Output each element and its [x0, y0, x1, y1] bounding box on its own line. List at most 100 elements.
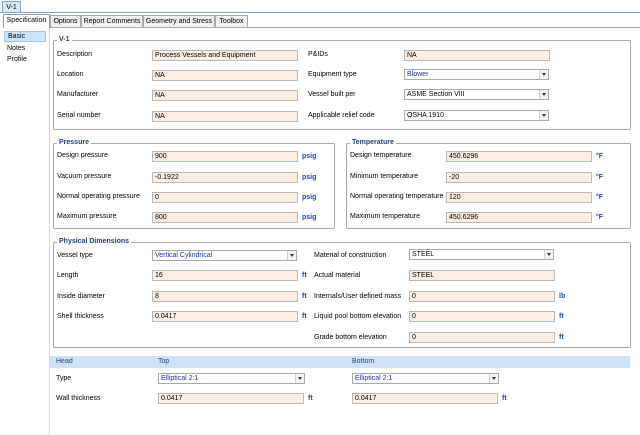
actual-material-field[interactable]: STEEL: [409, 270, 555, 281]
head-bottom-wall-thickness-unit: ft: [502, 395, 507, 402]
internals-mass-field[interactable]: 0: [409, 291, 555, 302]
equipment-type-label: Equipment type: [308, 71, 357, 78]
head-bottom-label: Bottom: [352, 358, 375, 365]
tab-specification[interactable]: Specification: [3, 14, 50, 28]
chevron-down-icon[interactable]: [287, 251, 296, 260]
normal-pressure-label: Normal operating pressure: [57, 193, 140, 200]
min-temperature-label: Minimum temperature: [350, 173, 419, 180]
vacuum-pressure-label: Vacuum pressure: [57, 173, 112, 180]
nav-item-notes[interactable]: Notes: [4, 43, 46, 54]
chevron-down-icon[interactable]: [539, 111, 548, 120]
relief-code-label: Applicable relief code: [308, 112, 375, 119]
chevron-down-icon[interactable]: [489, 374, 498, 383]
temperature-group-title: Temperature: [350, 139, 396, 147]
length-label: Length: [57, 272, 79, 279]
serial-number-label: Serial number: [57, 112, 101, 119]
location-label: Location: [57, 71, 84, 78]
pool-bottom-label: Liquid pool bottom elevation: [314, 313, 402, 320]
chevron-down-icon[interactable]: [539, 70, 548, 79]
head-top-label: Top: [158, 358, 170, 365]
max-temperature-field[interactable]: 450.6296: [446, 212, 592, 223]
head-top-type-select[interactable]: Elliptical 2:1: [158, 373, 305, 384]
vessel-type-label: Vessel type: [57, 252, 93, 259]
normal-temperature-field[interactable]: 120: [446, 192, 592, 203]
manufacturer-label: Manufacturer: [57, 91, 99, 98]
head-top-type-value: Elliptical 2:1: [161, 375, 199, 382]
normal-pressure-field[interactable]: 0: [152, 192, 298, 203]
vacuum-pressure-unit: psig: [302, 174, 317, 181]
chevron-down-icon[interactable]: [544, 250, 553, 259]
shell-thickness-label: Shell thickness: [57, 313, 104, 320]
vessel-built-per-select[interactable]: ASME Section VIII: [404, 89, 549, 100]
max-temperature-unit: °F: [596, 214, 604, 221]
head-bottom-type-select[interactable]: Elliptical 2:1: [352, 373, 499, 384]
head-bottom-wall-thickness-field[interactable]: 0.0417: [352, 393, 498, 404]
max-pressure-label: Maximum pressure: [57, 213, 117, 220]
max-pressure-unit: psig: [302, 214, 317, 221]
location-field[interactable]: NA: [152, 70, 298, 81]
grade-bottom-unit: ft: [559, 334, 564, 341]
description-label: Description: [57, 51, 93, 58]
material-select[interactable]: STEEL: [409, 249, 554, 260]
relief-code-select[interactable]: OSHA 1910: [404, 110, 549, 121]
nav-divider: [49, 28, 50, 435]
vessel-type-value: Vertical Cylindrical: [155, 252, 213, 259]
equipment-type-value: Blower: [407, 71, 429, 78]
description-field[interactable]: Process Vessels and Equipment: [152, 50, 298, 61]
nav-item-profile[interactable]: Profile: [4, 54, 46, 65]
vessel-type-select[interactable]: Vertical Cylindrical: [152, 250, 297, 261]
max-temperature-label: Maximum temperature: [350, 213, 421, 220]
basic-group-title: V-1: [57, 36, 72, 44]
pids-label: P&IDs: [308, 51, 328, 58]
shell-thickness-unit: ft: [302, 313, 307, 320]
normal-pressure-unit: psig: [302, 194, 317, 201]
design-pressure-label: Design pressure: [57, 152, 108, 159]
nav-item-basic[interactable]: Basic: [4, 31, 46, 42]
head-top-wall-thickness-field[interactable]: 0.0417: [158, 393, 304, 404]
normal-temperature-label: Normal operating temperature: [350, 193, 444, 200]
pool-bottom-unit: ft: [559, 313, 564, 320]
serial-number-field[interactable]: NA: [152, 111, 298, 122]
inside-diameter-unit: ft: [302, 293, 307, 300]
pressure-group-title: Pressure: [57, 139, 91, 147]
head-label: Head: [56, 358, 73, 365]
length-field[interactable]: 16: [152, 270, 298, 281]
relief-code-value: OSHA 1910: [407, 112, 444, 119]
inside-diameter-field[interactable]: 8: [152, 291, 298, 302]
material-value: STEEL: [412, 251, 435, 258]
length-unit: ft: [302, 272, 307, 279]
shell-thickness-field[interactable]: 0.0417: [152, 311, 298, 322]
actual-material-label: Actual material: [314, 272, 361, 279]
equipment-type-select[interactable]: Blower: [404, 69, 549, 80]
design-temperature-unit: °F: [596, 153, 604, 160]
internals-mass-unit: lb: [559, 293, 566, 300]
chevron-down-icon[interactable]: [295, 374, 304, 383]
head-bottom-type-value: Elliptical 2:1: [355, 375, 393, 382]
design-temperature-field[interactable]: 450.6296: [446, 151, 592, 162]
document-tab-underline: [0, 12, 640, 13]
wall-thickness-label: Wall thickness: [56, 395, 101, 402]
vessel-built-per-label: Vessel built per: [308, 91, 356, 98]
grade-bottom-label: Grade bottom elevation: [314, 334, 387, 341]
design-temperature-label: Design temperature: [350, 152, 412, 159]
internals-mass-label: Internals/User defined mass: [314, 293, 402, 300]
pool-bottom-field[interactable]: 0: [409, 311, 555, 322]
grade-bottom-field[interactable]: 0: [409, 332, 555, 343]
pids-field[interactable]: NA: [404, 50, 550, 61]
head-top-wall-thickness-unit: ft: [308, 395, 313, 402]
inside-diameter-label: Inside diameter: [57, 293, 105, 300]
tab-strip-line: [50, 27, 640, 28]
design-pressure-field[interactable]: 900: [152, 151, 298, 162]
vessel-built-per-value: ASME Section VIII: [407, 91, 465, 98]
min-temperature-field[interactable]: -20: [446, 172, 592, 183]
vacuum-pressure-field[interactable]: -0.1922: [152, 172, 298, 183]
min-temperature-unit: °F: [596, 174, 604, 181]
head-header-bar: Head Top Bottom: [50, 356, 630, 368]
design-pressure-unit: psig: [302, 153, 317, 160]
manufacturer-field[interactable]: NA: [152, 90, 298, 101]
material-label: Material of construction: [314, 252, 387, 259]
normal-temperature-unit: °F: [596, 194, 604, 201]
max-pressure-field[interactable]: 800: [152, 212, 298, 223]
chevron-down-icon[interactable]: [539, 90, 548, 99]
physical-dimensions-group-title: Physical Dimensions: [57, 238, 132, 246]
